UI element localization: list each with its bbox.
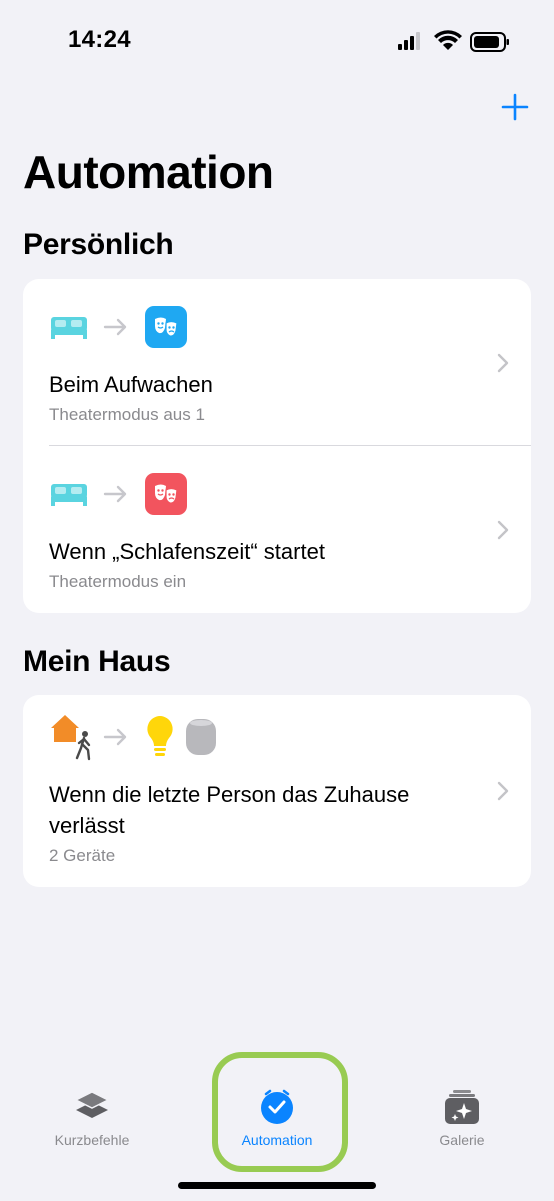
layers-icon [74,1091,110,1118]
tab-kurzbefehle[interactable]: Kurzbefehle [17,1088,167,1158]
automation-icons [49,715,217,761]
automation-icons [49,305,187,349]
chevron-right-icon [497,520,509,540]
home-indicator [178,1182,376,1189]
automation-icons [49,472,187,516]
add-automation-button[interactable] [498,90,532,124]
automation-title: Beim Aufwachen [49,372,213,397]
tab-label: Automation [241,1132,313,1148]
page-title: Automation [23,146,274,198]
wifi-icon [434,30,462,50]
automation-row-bedtime[interactable]: Wenn „Schlafenszeit“ startet Theatermodu… [23,446,531,613]
tab-automation[interactable]: Automation [202,1088,352,1158]
plus-icon [501,93,529,121]
automation-row-wake-up[interactable]: Beim Aufwachen Theatermodus aus 1 [23,279,531,446]
bed-icon [51,484,87,506]
tab-label: Galerie [439,1132,485,1148]
home-automations-card: Wenn die letzte Person das Zuhause verlä… [23,695,531,887]
gallery-sparkle-icon [445,1090,479,1124]
signal-icon [398,32,420,50]
automation-title: Wenn die letzte Person das Zuhause verlä… [49,782,410,838]
lightbulb-icon [147,716,173,756]
status-time: 14:24 [68,26,131,53]
tab-label: Kurzbefehle [54,1132,130,1148]
automation-title: Wenn „Schlafenszeit“ startet [49,539,325,564]
automation-subtitle: Theatermodus ein [49,572,187,591]
chevron-right-icon [497,781,509,801]
status-icons [398,30,509,52]
chevron-right-icon [497,353,509,373]
personal-automations-card: Beim Aufwachen Theatermodus aus 1 Wenn „… [23,279,531,613]
automation-subtitle: 2 Geräte [49,846,116,865]
theater-masks-icon [145,473,187,515]
arrow-right-icon [103,485,127,503]
automation-row-last-person-leaves[interactable]: Wenn die letzte Person das Zuhause verlä… [23,695,531,887]
automation-subtitle: Theatermodus aus 1 [49,405,205,424]
theater-masks-icon [145,306,187,348]
tab-galerie[interactable]: Galerie [387,1088,537,1158]
clock-check-icon [261,1089,293,1124]
section-title-personal: Persönlich [23,228,174,261]
house-person-leaving-icon [51,715,91,761]
section-title-home: Mein Haus [23,645,171,678]
homepod-icon [186,719,216,755]
battery-icon [470,32,509,52]
arrow-right-icon [103,728,127,746]
arrow-right-icon [103,318,127,336]
bed-icon [51,317,87,339]
